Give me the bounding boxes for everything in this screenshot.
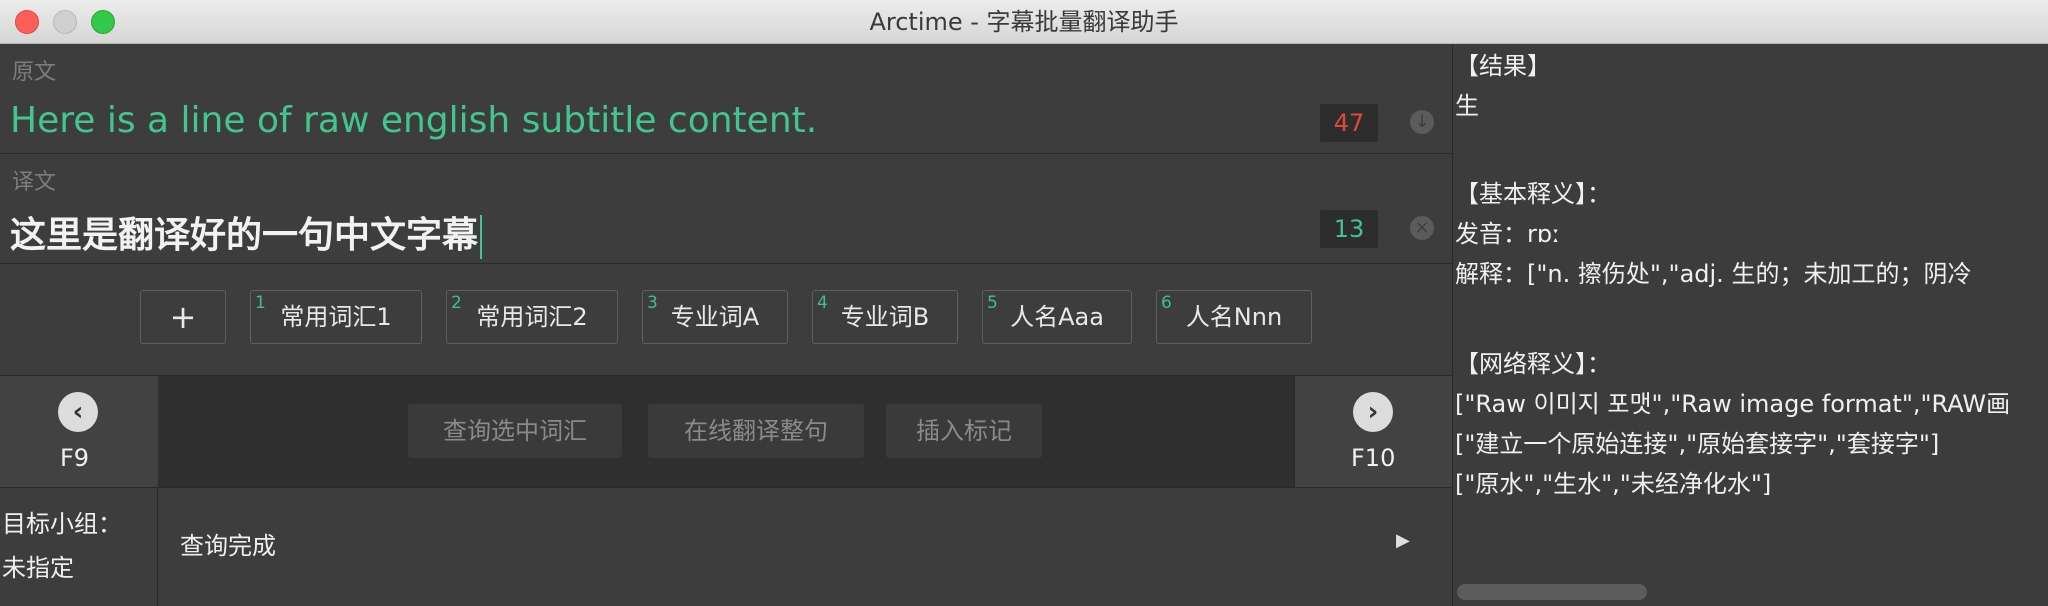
horizontal-scrollbar[interactable]: [1457, 584, 1647, 600]
translation-section: 译文 这里是翻译好的一句中文字幕 13 ×: [0, 154, 1452, 264]
tag-number: 3: [647, 293, 658, 313]
result-pane: 【结果】 生 【基本释义】： 发音：rɒː 解释：["n. 擦伤处","adj.…: [1452, 44, 2048, 606]
status-text: 查询完成: [180, 532, 276, 560]
result-line: ["建立一个原始连接","原始套接字","套接字"]: [1455, 430, 1940, 458]
result-line: ["Raw 이미지 포맷","Raw image format","RAW画: [1455, 390, 2011, 418]
tag-number: 6: [1161, 293, 1172, 313]
add-tag-button[interactable]: +: [140, 290, 226, 344]
translation-text: 这里是翻译好的一句中文字幕: [10, 215, 479, 256]
app-window: Arctime - 字幕批量翻译助手 原文 Here is a line of …: [0, 0, 2048, 606]
play-icon[interactable]: ▶: [1396, 530, 1410, 551]
tag-label: 常用词汇1: [280, 303, 392, 331]
source-label: 原文: [12, 60, 57, 85]
tag-label: 常用词汇2: [476, 303, 588, 331]
next-subtitle-button[interactable]: › F10: [1294, 376, 1453, 487]
target-group-selector[interactable]: 目标小组： 未指定: [0, 488, 158, 606]
result-line: 【结果】: [1455, 52, 1551, 80]
insert-mark-button[interactable]: 插入标记: [886, 404, 1042, 458]
chevron-right-icon: ›: [1353, 392, 1393, 432]
status-row: 目标小组： 未指定 查询完成 ▶: [0, 488, 1452, 606]
tag-number: 5: [987, 293, 998, 313]
target-group-value: 未指定: [2, 554, 74, 582]
prev-shortcut-label: F9: [60, 444, 90, 472]
result-line: ["原水","生水","未经净化水"]: [1455, 470, 1772, 498]
result-line: 【网络释义】：: [1455, 350, 1611, 378]
result-line: 生: [1455, 92, 1479, 120]
tag-label: 专业词B: [840, 303, 930, 331]
target-group-label: 目标小组：: [2, 510, 122, 538]
tag-buttons-row: + 1 常用词汇1 2 常用词汇2 3 专业词A 4 专业词B 5 人名Aaa: [0, 264, 1452, 376]
result-line: 解释：["n. 擦伤处","adj. 生的；未加工的；阴冷: [1455, 260, 1972, 288]
editor-pane: 原文 Here is a line of raw english subtitl…: [0, 44, 1453, 606]
lookup-selected-word-button[interactable]: 查询选中词汇: [408, 404, 622, 458]
tag-button-4[interactable]: 4 专业词B: [812, 290, 958, 344]
source-char-count: 47: [1320, 104, 1378, 142]
tag-number: 4: [817, 293, 828, 313]
close-icon[interactable]: ×: [1410, 216, 1434, 240]
tag-button-5[interactable]: 5 人名Aaa: [982, 290, 1132, 344]
tag-button-1[interactable]: 1 常用词汇1: [250, 290, 422, 344]
title-bar: Arctime - 字幕批量翻译助手: [0, 0, 2048, 44]
tag-label: 专业词A: [670, 303, 760, 331]
tag-button-2[interactable]: 2 常用词汇2: [446, 290, 618, 344]
window-title: Arctime - 字幕批量翻译助手: [869, 8, 1179, 36]
tag-label: 人名Nnn: [1185, 303, 1283, 331]
next-shortcut-label: F10: [1351, 444, 1396, 472]
result-line: 发音：rɒː: [1455, 220, 1561, 248]
chevron-left-icon: ‹: [58, 392, 98, 432]
tag-label: 人名Aaa: [1010, 303, 1104, 331]
translation-label: 译文: [12, 170, 57, 195]
result-line: 【基本释义】：: [1455, 180, 1611, 208]
tag-button-3[interactable]: 3 专业词A: [642, 290, 788, 344]
translation-char-count: 13: [1320, 210, 1378, 248]
tag-number: 1: [255, 293, 266, 313]
tag-button-6[interactable]: 6 人名Nnn: [1156, 290, 1312, 344]
source-section: 原文 Here is a line of raw english subtitl…: [0, 44, 1452, 154]
tag-number: 2: [451, 293, 462, 313]
translation-input[interactable]: 这里是翻译好的一句中文字幕: [10, 206, 483, 259]
prev-subtitle-button[interactable]: ‹ F9: [0, 376, 159, 487]
action-bar: 查询选中词汇 在线翻译整句 插入标记: [158, 376, 1294, 487]
arrow-down-icon[interactable]: ↓: [1410, 110, 1434, 134]
translate-sentence-button[interactable]: 在线翻译整句: [648, 404, 864, 458]
source-text[interactable]: Here is a line of raw english subtitle c…: [10, 100, 817, 141]
text-caret: [480, 215, 483, 259]
navigation-row: ‹ F9 查询选中词汇 在线翻译整句 插入标记 › F10: [0, 376, 1453, 488]
